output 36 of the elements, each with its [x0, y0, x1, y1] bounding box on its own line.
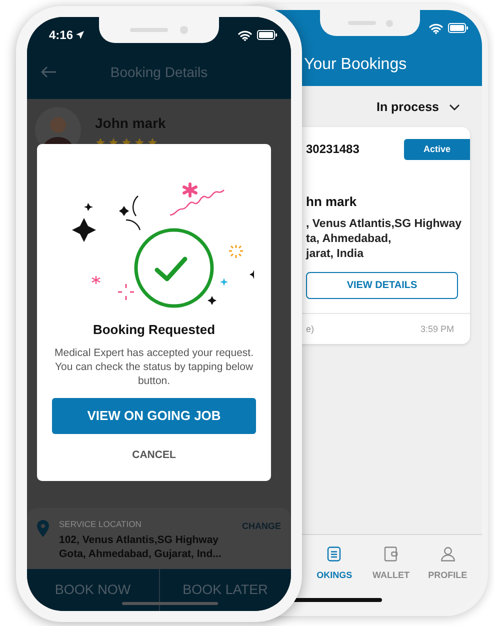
- wifi-icon: [238, 30, 252, 40]
- booking-time: 3:59 PM: [420, 322, 454, 336]
- booking-button[interactable]: BOOK NOW: [27, 569, 158, 611]
- view-job-button[interactable]: VIEW ON GOING JOB: [52, 398, 256, 434]
- location-arrow-icon: [76, 31, 84, 39]
- battery-icon: [448, 23, 468, 33]
- booking-note: e): [306, 322, 314, 336]
- person-icon: [438, 545, 457, 563]
- address-line: ta, Ahmedabad,: [306, 232, 392, 248]
- wallet-icon: [382, 545, 400, 563]
- dialog-message: Medical Expert has accepted your request. You can check the status by tapping below button.: [53, 346, 255, 388]
- address-line: Gota, Ahmedabad, Gujarat, Ind...: [59, 547, 222, 561]
- battery-icon: [257, 30, 277, 40]
- view-details-button[interactable]: VIEW DETAILS: [306, 272, 458, 300]
- patient-name: hn mark: [305, 192, 358, 211]
- nav-tab[interactable]: PROFILE: [419, 545, 476, 610]
- address-line: 102, Venus Atlantis,SG Highway: [59, 533, 220, 547]
- location-pin-icon: [37, 520, 49, 536]
- screen-title: Booking Details: [109, 62, 209, 82]
- booking-number: 30231483: [306, 141, 360, 158]
- wifi-icon: [429, 22, 443, 34]
- field-label: SERVICE LOCATION: [59, 518, 142, 531]
- back-arrow-icon[interactable]: [41, 66, 57, 78]
- status-badge: Active: [404, 138, 470, 160]
- nav-tab[interactable]: WALLET: [362, 545, 420, 610]
- status-time: 4:16: [49, 27, 74, 44]
- dialog-title: Booking Requested: [92, 321, 216, 339]
- nav-tab[interactable]: OKINGS: [306, 545, 363, 610]
- check-circle-icon: [134, 228, 214, 308]
- status-filter-dropdown[interactable]: In process: [376, 98, 460, 117]
- chevron-down-icon: [449, 104, 460, 111]
- address-line: jarat, India: [306, 247, 365, 262]
- cancel-button[interactable]: CANCEL: [132, 448, 176, 464]
- address-line: , Venus Atlantis,SG Highway: [306, 217, 462, 232]
- screen-title: Your Bookings: [304, 55, 408, 75]
- list-icon: [325, 545, 344, 563]
